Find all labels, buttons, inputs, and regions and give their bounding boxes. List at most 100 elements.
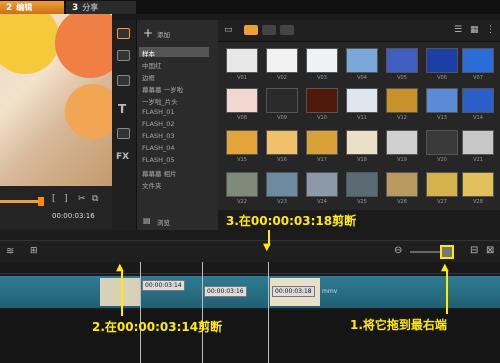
- tab-edit[interactable]: 2 编辑: [0, 1, 64, 14]
- browse-button[interactable]: 浏览: [157, 217, 170, 227]
- media-thumbnail[interactable]: [306, 88, 338, 113]
- thumbnail-label: V19: [397, 157, 407, 163]
- zoom-slider-track[interactable]: [410, 251, 444, 253]
- category-item[interactable]: 文件夹: [142, 180, 162, 190]
- transition-icon[interactable]: [117, 50, 130, 61]
- media-thumbnail[interactable]: [426, 130, 458, 155]
- video-filter-icon[interactable]: [244, 25, 258, 35]
- annotation-arrowhead-1: ▲: [441, 262, 449, 273]
- thumbnail-label: V21: [473, 157, 483, 163]
- thumbnail-label: V13: [437, 115, 447, 121]
- photo-filter-icon[interactable]: [262, 25, 276, 35]
- cut-timecode-1: 00:00:03:14: [142, 280, 185, 291]
- thumbnail-label: V17: [317, 157, 327, 163]
- tab-share-label: 分享: [82, 3, 99, 12]
- preview-window: [0, 14, 112, 186]
- media-thumbnail[interactable]: [226, 130, 258, 155]
- audio-wave-icon[interactable]: ≋: [6, 246, 14, 257]
- preview-timecode[interactable]: 00:00:03:16: [52, 212, 95, 220]
- text-icon[interactable]: T: [118, 102, 126, 116]
- cut-line-2: [202, 262, 203, 363]
- add-category-button[interactable]: 添加: [157, 29, 170, 39]
- category-item[interactable]: 幕幕墓 一岁啦: [142, 84, 183, 94]
- add-icon[interactable]: +: [143, 26, 153, 40]
- media-thumbnail[interactable]: [346, 130, 378, 155]
- timeline-ruler[interactable]: [0, 262, 500, 274]
- clip-segment-1[interactable]: [100, 278, 140, 306]
- category-item[interactable]: FLASH_01: [142, 108, 175, 116]
- copy-icon[interactable]: ⧉: [92, 194, 98, 204]
- title-icon[interactable]: [117, 75, 130, 86]
- media-library-icon[interactable]: [117, 28, 130, 39]
- audio-filter-icon[interactable]: [280, 25, 294, 35]
- tab-edit-label: 编辑: [16, 3, 33, 12]
- cut-line-1: [140, 262, 141, 363]
- media-thumbnail[interactable]: [306, 172, 338, 197]
- clip-label: mmv: [322, 288, 338, 295]
- annotation-arrow-2: [121, 270, 123, 316]
- media-thumbnail[interactable]: [426, 88, 458, 113]
- media-thumbnail[interactable]: [386, 130, 418, 155]
- category-item[interactable]: FLASH_05: [142, 156, 175, 164]
- thumbnail-label: V06: [437, 75, 447, 81]
- fit-timeline-icon[interactable]: ⊟: [470, 245, 478, 256]
- category-item[interactable]: 一岁啦_片头: [142, 96, 178, 106]
- media-thumbnail[interactable]: [462, 48, 494, 73]
- cut-icon[interactable]: ✂: [78, 194, 86, 204]
- media-thumbnail[interactable]: [346, 88, 378, 113]
- annotation-arrowhead-2: ▲: [116, 262, 124, 273]
- thumbnail-label: V28: [473, 199, 483, 205]
- list-view-icon[interactable]: ☰: [454, 25, 462, 35]
- media-thumbnail[interactable]: [386, 172, 418, 197]
- media-thumbnail[interactable]: [462, 88, 494, 113]
- media-thumbnail[interactable]: [462, 172, 494, 197]
- media-thumbnail[interactable]: [226, 172, 258, 197]
- preview-image-blob: [65, 84, 112, 139]
- zoom-out-icon[interactable]: ⊖: [394, 245, 402, 256]
- category-item[interactable]: FLASH_04: [142, 144, 175, 152]
- category-item[interactable]: 幕幕墓 相片: [142, 168, 177, 178]
- scrub-progress[interactable]: [0, 200, 40, 203]
- mark-out-icon[interactable]: ]: [64, 194, 68, 204]
- thumbnail-label: V03: [317, 75, 327, 81]
- media-thumbnail[interactable]: [426, 172, 458, 197]
- graphic-icon[interactable]: [117, 128, 130, 139]
- media-thumbnail[interactable]: [426, 48, 458, 73]
- category-item[interactable]: 中国红: [142, 60, 162, 70]
- library-category-list: + 添加 样本 中国红 边框 幕幕墓 一岁啦 一岁啦_片头 FLASH_01 F…: [136, 20, 218, 230]
- category-item[interactable]: FLASH_03: [142, 132, 175, 140]
- scrub-handle[interactable]: [38, 197, 44, 206]
- browse-icon[interactable]: ▤: [143, 216, 151, 225]
- media-thumbnail[interactable]: [266, 130, 298, 155]
- media-thumbnail[interactable]: [346, 172, 378, 197]
- media-thumbnail[interactable]: [226, 88, 258, 113]
- media-thumbnail[interactable]: [266, 48, 298, 73]
- fx-icon[interactable]: FX: [116, 152, 129, 162]
- media-thumbnail[interactable]: [266, 88, 298, 113]
- zoom-slider-handle[interactable]: [440, 245, 454, 259]
- folder-icon[interactable]: ▭: [224, 25, 233, 35]
- media-thumbnail[interactable]: [306, 130, 338, 155]
- storyboard-icon[interactable]: ⊞: [30, 246, 38, 256]
- category-item[interactable]: 样本: [142, 48, 155, 58]
- thumbnail-label: V20: [437, 157, 447, 163]
- thumbnail-label: V24: [317, 199, 327, 205]
- media-thumbnail[interactable]: [386, 48, 418, 73]
- annotation-step-1: 1.将它拖到最右端: [350, 318, 447, 332]
- tab-share[interactable]: 3 分享: [66, 1, 136, 14]
- media-thumbnail[interactable]: [266, 172, 298, 197]
- category-item[interactable]: FLASH_02: [142, 120, 175, 128]
- media-thumbnail[interactable]: [386, 88, 418, 113]
- category-item[interactable]: 边框: [142, 72, 155, 82]
- media-thumbnail[interactable]: [226, 48, 258, 73]
- thumbnail-label: V23: [277, 199, 287, 205]
- thumbnail-label: V04: [357, 75, 367, 81]
- grid-view-icon[interactable]: ▦: [470, 25, 479, 35]
- media-thumbnail[interactable]: [462, 130, 494, 155]
- video-track[interactable]: [0, 276, 500, 308]
- media-thumbnail[interactable]: [346, 48, 378, 73]
- timeline-options-icon[interactable]: ⊠: [486, 245, 494, 256]
- mark-in-icon[interactable]: [: [52, 194, 56, 204]
- options-icon[interactable]: ⋮: [486, 25, 495, 35]
- media-thumbnail[interactable]: [306, 48, 338, 73]
